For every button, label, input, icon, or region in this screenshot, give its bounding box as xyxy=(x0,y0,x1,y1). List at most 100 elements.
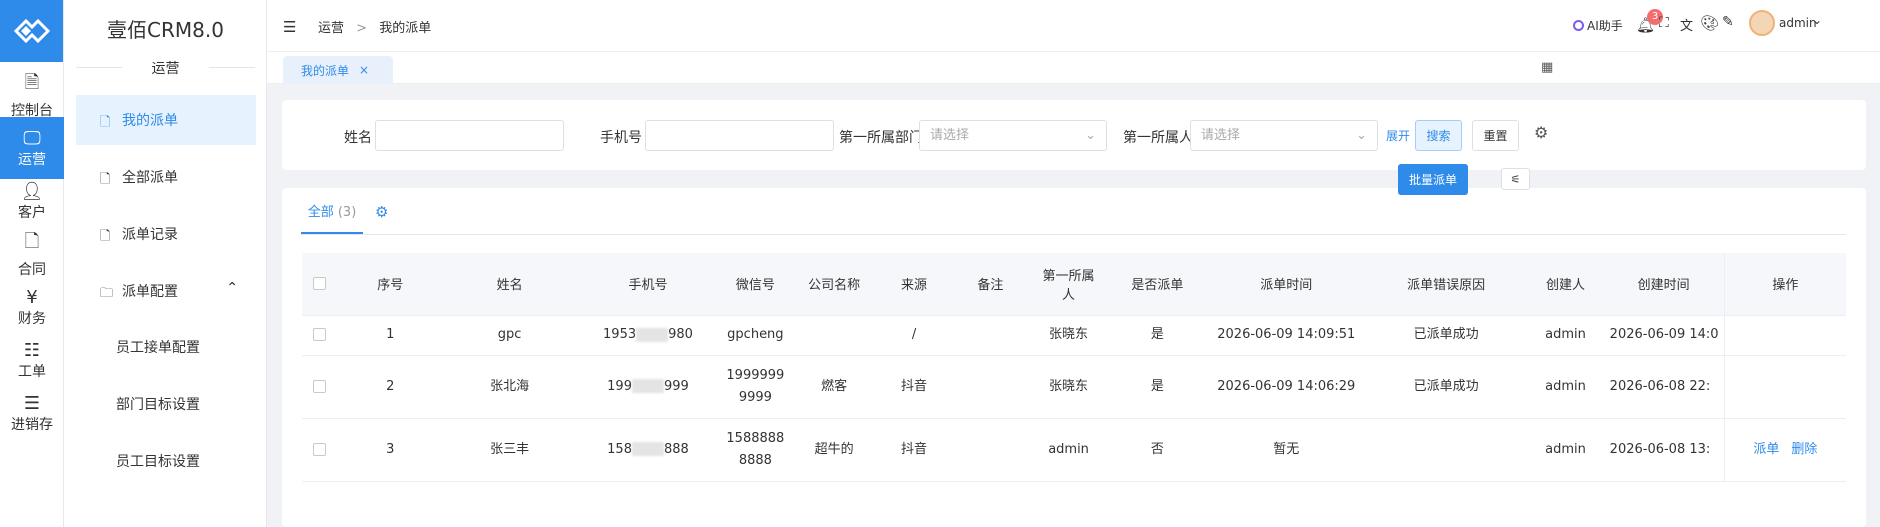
column-header: 备注 xyxy=(951,253,1030,316)
cell-source: 抖音 xyxy=(877,418,952,482)
cell-time: 2026-06-09 14:06:29 xyxy=(1207,355,1366,419)
cell-company: 燃客 xyxy=(791,355,878,419)
avatar[interactable] xyxy=(1749,10,1775,36)
grid-icon[interactable]: ▦ xyxy=(1541,60,1553,75)
tab-settings-icon[interactable]: ⚙ xyxy=(375,203,388,221)
cell-creator: admin xyxy=(1527,418,1604,482)
fullscreen-icon[interactable]: ⛶ xyxy=(1659,15,1669,31)
column-header: 是否派单 xyxy=(1107,253,1208,316)
list-card: 全部 (3) ⚙ 批量派单 ⚟ 序号 姓名 手机号 微信号 公司名称 来源 备注 第一所属人是… xyxy=(282,164,1866,527)
cell-dispatched: 是 xyxy=(1107,315,1208,356)
ai-logo-icon xyxy=(1573,20,1584,31)
user-icon: 👤︎ xyxy=(20,180,44,202)
user-name[interactable]: admin xyxy=(1779,16,1817,30)
palette-icon[interactable]: 🎨︎ xyxy=(1700,14,1719,32)
batch-dispatch-button[interactable]: 批量派单 xyxy=(1398,164,1468,195)
cell-dispatched: 是 xyxy=(1107,355,1208,419)
row-checkbox[interactable] xyxy=(302,418,338,482)
select-all-checkbox[interactable] xyxy=(302,253,338,316)
row-checkbox[interactable] xyxy=(302,355,338,419)
column-header: 公司名称 xyxy=(791,253,878,316)
cell-source: / xyxy=(877,315,952,356)
column-header: 创建人 xyxy=(1527,253,1604,316)
cell-reason xyxy=(1365,418,1528,482)
rail-item-list[interactable]: ☰ 进销存 xyxy=(0,382,64,444)
menu-item-label: 派单记录 xyxy=(122,227,178,243)
cell-phone: 199 999 xyxy=(576,355,720,419)
cell-source: 抖音 xyxy=(877,355,952,419)
search-button[interactable]: 搜索 xyxy=(1415,120,1462,151)
document-icon: 🗋︎ xyxy=(100,172,111,187)
dept-select[interactable]: 请选择 ⌄ xyxy=(919,120,1107,151)
menu-item-1[interactable]: 🗋︎ 全部派单 xyxy=(76,152,256,202)
row-checkbox[interactable] xyxy=(302,315,338,356)
cell-company xyxy=(791,315,878,356)
document-icon: 🗋︎ xyxy=(100,115,111,130)
menu-toggle-icon[interactable]: ☰ xyxy=(283,18,296,36)
cell-note xyxy=(951,315,1030,356)
chevron-down-icon[interactable]: ⌄ xyxy=(1812,13,1822,27)
app-title: 壹佰CRM8.0 xyxy=(107,18,224,42)
menu-item-3[interactable]: 🗀︎ 派单配置 ⌃ xyxy=(76,266,256,316)
table-row: 3 张三丰 158 888 1588888 8888 超牛的 抖音 admin 否暂无 admin 2… xyxy=(302,418,1846,482)
breadcrumb-current: 我的派单 xyxy=(379,21,432,36)
column-header: 创建时间 xyxy=(1603,253,1725,316)
monitor-icon: 🖵︎ xyxy=(23,127,41,149)
submenu-item[interactable]: 员工目标设置 xyxy=(116,451,200,471)
table-row: 1 gpc 1953 980 gpcheng / 张晓东是 2026-06-09 14:09:… xyxy=(302,315,1846,356)
logo-icon[interactable] xyxy=(0,0,63,62)
contract-icon: 🗋︎ xyxy=(24,231,40,252)
rail-item-label: 运营 xyxy=(18,151,46,168)
cell-no: 1 xyxy=(337,315,443,356)
cell-creator: admin xyxy=(1527,355,1604,419)
phone-label: 手机号 xyxy=(600,130,642,146)
table-row: 2 张北海 199 999 1999999 9999 燃客 抖音 张晓东是 2026-06-09 … xyxy=(302,355,1846,419)
column-header: 姓名 xyxy=(442,253,577,316)
cell-no: 3 xyxy=(337,418,443,482)
close-icon[interactable]: × xyxy=(359,63,369,77)
filter-panel: 姓名 手机号 第一所属部门 请选择 ⌄ 第一所属人 请选择 ⌄ 展开 ⌄ 搜索 … xyxy=(282,100,1866,170)
column-header: 派单时间 xyxy=(1207,253,1366,316)
breadcrumb-sep: > xyxy=(356,21,368,36)
chevron-down-icon: ⌄ xyxy=(1085,128,1096,143)
column-header: 来源 xyxy=(877,253,952,316)
cell-wechat: 1999999 9999 xyxy=(719,355,792,419)
settings-gear-icon[interactable]: ⚙ xyxy=(1534,123,1548,142)
tab-my-dispatch[interactable]: 我的派单 × xyxy=(283,56,393,84)
menu-item-2[interactable]: 🗋︎ 派单记录 xyxy=(76,209,256,259)
delete-link[interactable]: 删除 xyxy=(1791,442,1817,457)
submenu-item[interactable]: 部门目标设置 xyxy=(116,394,200,414)
menu-item-0[interactable]: 🗋︎ 我的派单 xyxy=(76,95,256,145)
cell-time: 2026-06-09 14:09:51 xyxy=(1207,315,1366,356)
rail-item-label: 财务 xyxy=(18,310,46,327)
person-select[interactable]: 请选择 ⌄ xyxy=(1190,120,1378,151)
person-label: 第一所属人 xyxy=(1123,130,1193,146)
reset-button[interactable]: 重置 xyxy=(1472,120,1519,151)
document-icon: 🗋︎ xyxy=(100,229,111,244)
cell-phone: 1953 980 xyxy=(576,315,720,356)
dispatch-link[interactable]: 派单 xyxy=(1753,442,1779,457)
column-header: 派单错误原因 xyxy=(1365,253,1528,316)
cell-no: 2 xyxy=(337,355,443,419)
rail-item-label: 客户 xyxy=(18,204,46,221)
name-label: 姓名 xyxy=(344,130,372,146)
icon-rail: 🗎︎ 控制台 🖵︎ 运营 👤︎ 客户 🗋︎ 合同 ¥ 财务 ☷ 工单 ☰ 进销存 xyxy=(0,0,64,527)
cell-created: 2026-06-08 13: xyxy=(1603,418,1725,482)
cell-created: 2026-06-08 22: xyxy=(1603,355,1725,419)
phone-input[interactable] xyxy=(645,120,834,151)
column-settings-button[interactable]: ⚟ xyxy=(1501,168,1530,190)
cell-created: 2026-06-09 14:0 xyxy=(1603,315,1725,356)
column-header: 微信号 xyxy=(719,253,792,316)
column-header: 序号 xyxy=(337,253,443,316)
top-bar: ☰ 运营 > 我的派单 AI助手 🔔︎ 3 ⛶ 文 🎨︎ ✎ admin ⌄ xyxy=(267,0,1880,52)
ai-assistant[interactable]: AI助手 xyxy=(1573,17,1623,34)
submenu-item[interactable]: 员工接单配置 xyxy=(116,337,200,357)
translate-icon[interactable]: 文 xyxy=(1680,15,1693,34)
tab-all[interactable]: 全部 (3) xyxy=(301,204,363,234)
clear-icon[interactable]: ✎ xyxy=(1722,14,1734,30)
cell-owner: 张晓东 xyxy=(1029,355,1108,419)
chevron-up-icon: ⌃ xyxy=(226,280,238,296)
breadcrumb-item[interactable]: 运营 xyxy=(318,21,344,36)
cell-company: 超牛的 xyxy=(791,418,878,482)
name-input[interactable] xyxy=(375,120,564,151)
